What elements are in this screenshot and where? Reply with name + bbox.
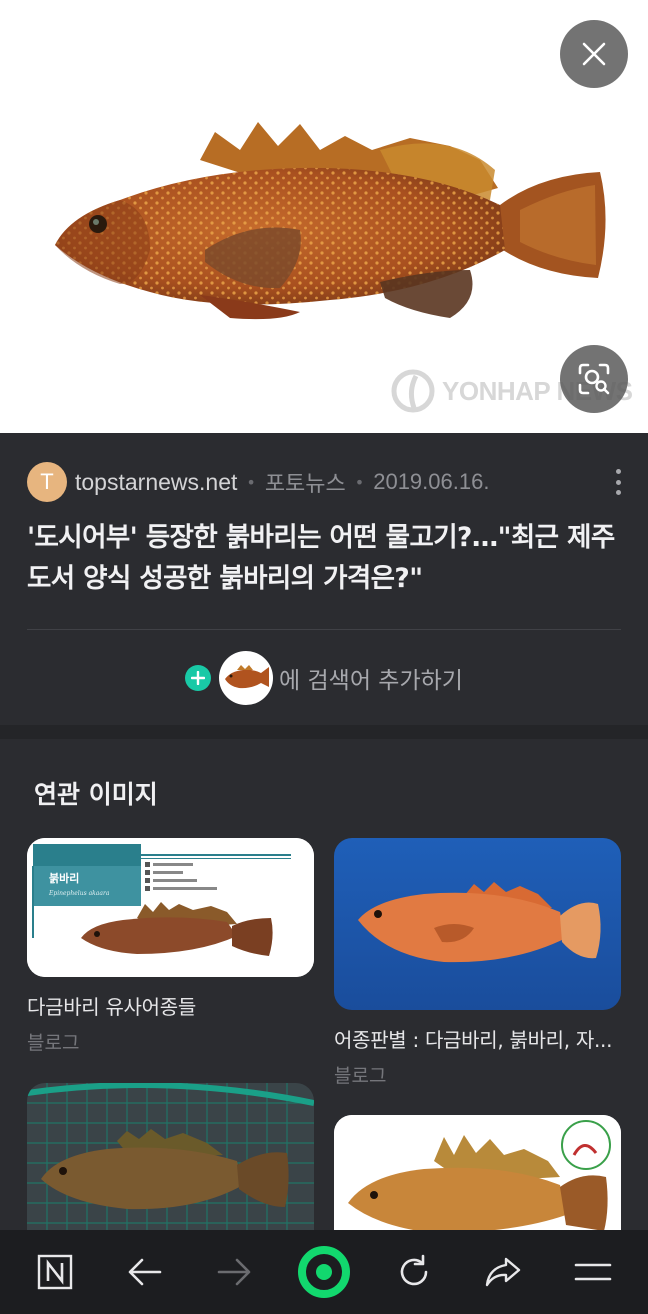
related-image-caption: 어종판별 : 다금바리, 붉바리, 자... bbox=[334, 1028, 613, 1052]
menu-button[interactable] bbox=[563, 1242, 623, 1302]
article-date: 2019.06.16. bbox=[373, 469, 490, 494]
more-options-button[interactable] bbox=[606, 465, 630, 499]
back-button[interactable] bbox=[115, 1242, 175, 1302]
separator-dot: • bbox=[246, 472, 256, 492]
refresh-icon bbox=[400, 1254, 427, 1286]
related-image-source: 블로그 bbox=[334, 1065, 387, 1087]
article-category: 포토뉴스 bbox=[264, 471, 346, 496]
share-button[interactable] bbox=[473, 1242, 533, 1302]
related-image bbox=[334, 838, 621, 1010]
related-image-card[interactable]: 붉바리 Epinephelus akaara 다금바리 유사어종들 블로그 bbox=[27, 838, 314, 1055]
add-search-keyword-button[interactable]: 에 검색어 추가하기 bbox=[0, 650, 648, 706]
article-info: T topstarnews.net • 포토뉴스 • 2019.06.16. '… bbox=[0, 433, 648, 725]
menu-icon bbox=[574, 1263, 612, 1281]
more-dot-icon bbox=[615, 469, 621, 474]
related-images-section: 연관 이미지 붉바리 Epinephelus akaara 다금바리 유사어종들… bbox=[0, 739, 648, 1239]
home-button[interactable] bbox=[25, 1242, 85, 1302]
divider bbox=[27, 629, 621, 630]
related-image bbox=[334, 1115, 621, 1233]
home-n-icon bbox=[37, 1254, 73, 1290]
related-image-source: 블로그 bbox=[27, 1032, 80, 1054]
bottom-toolbar bbox=[0, 1230, 648, 1314]
forward-arrow-icon bbox=[217, 1258, 251, 1286]
section-title: 연관 이미지 bbox=[34, 780, 158, 809]
share-icon bbox=[486, 1257, 521, 1287]
related-image bbox=[27, 1083, 314, 1233]
source-avatar: T bbox=[27, 462, 67, 502]
related-image: 붉바리 Epinephelus akaara bbox=[27, 838, 314, 977]
close-button[interactable] bbox=[560, 20, 628, 88]
image-viewer-page: YONHAP NEWS T topstarnews.net • 포토뉴스 • 2… bbox=[0, 0, 648, 1314]
source-name-link[interactable]: topstarnews.net bbox=[75, 469, 237, 496]
svg-text:붉바리: 붉바리 bbox=[49, 871, 79, 885]
yonhap-logo-icon bbox=[391, 369, 435, 413]
plus-icon bbox=[185, 665, 212, 691]
source-row: T topstarnews.net • 포토뉴스 • 2019.06.16. bbox=[27, 461, 489, 503]
more-dot-icon bbox=[615, 490, 621, 495]
close-icon bbox=[582, 42, 606, 66]
green-dot-icon bbox=[297, 1246, 350, 1298]
svg-text:Epinephelus akaara: Epinephelus akaara bbox=[48, 890, 110, 897]
related-image-card[interactable] bbox=[27, 1083, 314, 1247]
article-headline[interactable]: '도시어부' 등장한 붉바리는 어떤 물고기?…"최근 제주도서 양식 성공한 … bbox=[27, 517, 622, 599]
image-search-icon bbox=[578, 363, 610, 395]
forward-button[interactable] bbox=[204, 1242, 264, 1302]
more-dot-icon bbox=[615, 479, 621, 485]
related-image-caption: 다금바리 유사어종들 bbox=[27, 995, 196, 1019]
main-image[interactable]: YONHAP NEWS bbox=[0, 0, 648, 433]
green-dot-button[interactable] bbox=[294, 1242, 354, 1302]
back-arrow-icon bbox=[128, 1258, 161, 1286]
related-image-card[interactable] bbox=[334, 1115, 621, 1247]
keyword-thumbnail bbox=[219, 651, 274, 705]
image-search-button[interactable] bbox=[560, 345, 628, 413]
add-keyword-label: 에 검색어 추가하기 bbox=[279, 668, 463, 694]
related-image-card[interactable]: 어종판별 : 다금바리, 붉바리, 자... 블로그 bbox=[334, 838, 621, 1088]
refresh-button[interactable] bbox=[384, 1242, 444, 1302]
separator-dot: • bbox=[354, 472, 365, 492]
